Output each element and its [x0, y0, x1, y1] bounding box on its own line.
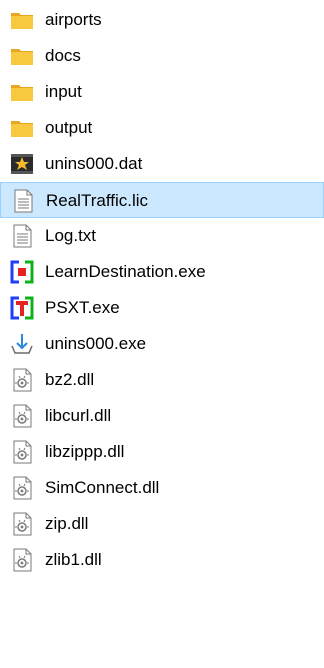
file-name: bz2.dll — [45, 370, 95, 389]
file-list: airports docs input output unins000.dat … — [0, 0, 324, 668]
text-file-icon — [11, 189, 35, 213]
installer-icon — [10, 332, 34, 356]
file-row-airports[interactable]: airports — [0, 2, 324, 38]
file-name: RealTraffic.lic — [46, 191, 149, 210]
file-name: zlib1.dll — [45, 550, 102, 569]
file-name: LearnDestination.exe — [45, 262, 206, 281]
folder-icon — [10, 80, 34, 104]
dll-file-icon — [10, 548, 34, 572]
file-name: unins000.exe — [45, 334, 147, 353]
file-name: output — [45, 118, 93, 137]
folder-icon — [10, 44, 34, 68]
file-name: libcurl.dll — [45, 406, 112, 425]
dll-file-icon — [10, 512, 34, 536]
file-row-psxt-exe[interactable]: PSXT.exe — [0, 290, 324, 326]
file-name: Log.txt — [45, 226, 97, 245]
file-name: zip.dll — [45, 514, 89, 533]
psxt-app-icon — [10, 296, 34, 320]
file-row-zip-dll[interactable]: zip.dll — [0, 506, 324, 542]
file-name: PSXT.exe — [45, 298, 120, 317]
file-row-bz2-dll[interactable]: bz2.dll — [0, 362, 324, 398]
file-row-libcurl-dll[interactable]: libcurl.dll — [0, 398, 324, 434]
file-row-simconnect-dll[interactable]: SimConnect.dll — [0, 470, 324, 506]
file-row-log-txt[interactable]: Log.txt — [0, 218, 324, 254]
file-row-learndestination-exe[interactable]: LearnDestination.exe — [0, 254, 324, 290]
folder-icon — [10, 8, 34, 32]
dll-file-icon — [10, 368, 34, 392]
file-name: input — [45, 82, 82, 101]
file-row-realtraffic-lic[interactable]: RealTraffic.lic — [0, 182, 324, 218]
file-row-libzippp-dll[interactable]: libzippp.dll — [0, 434, 324, 470]
file-row-docs[interactable]: docs — [0, 38, 324, 74]
file-row-input[interactable]: input — [0, 74, 324, 110]
file-row-unins000-exe[interactable]: unins000.exe — [0, 326, 324, 362]
file-name: libzippp.dll — [45, 442, 125, 461]
file-name: airports — [45, 10, 102, 29]
learn-destination-app-icon — [10, 260, 34, 284]
dll-file-icon — [10, 404, 34, 428]
dat-file-icon — [10, 152, 34, 176]
file-name: SimConnect.dll — [45, 478, 160, 497]
folder-icon — [10, 116, 34, 140]
file-row-unins000-dat[interactable]: unins000.dat — [0, 146, 324, 182]
file-name: unins000.dat — [45, 154, 143, 173]
file-row-output[interactable]: output — [0, 110, 324, 146]
file-row-zlib1-dll[interactable]: zlib1.dll — [0, 542, 324, 578]
dll-file-icon — [10, 440, 34, 464]
file-name: docs — [45, 46, 81, 65]
dll-file-icon — [10, 476, 34, 500]
text-file-icon — [10, 224, 34, 248]
